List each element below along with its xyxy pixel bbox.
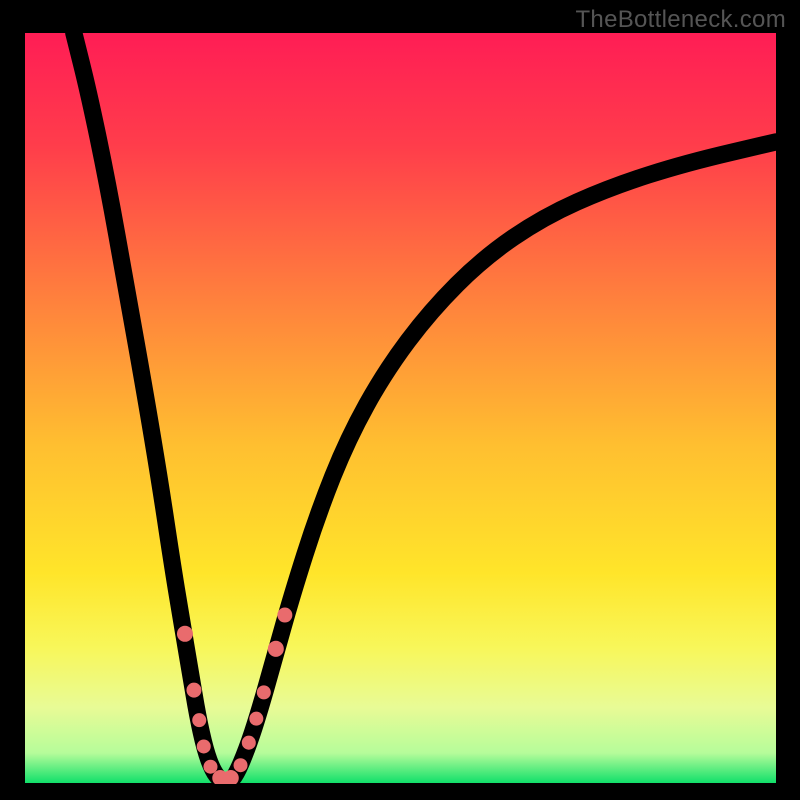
chart-frame: TheBottleneck.com [0, 0, 800, 800]
curve-right-branch [228, 142, 776, 783]
data-marker [192, 713, 206, 727]
data-marker [234, 758, 248, 772]
chart-svg [25, 33, 776, 784]
plot-area [25, 33, 776, 783]
data-marker [242, 736, 256, 750]
data-marker [268, 641, 284, 657]
data-marker [197, 739, 211, 753]
data-marker [249, 712, 263, 726]
curve-left-branch [74, 33, 228, 782]
data-marker [277, 608, 292, 623]
watermark-text: TheBottleneck.com [575, 6, 786, 34]
data-marker [186, 683, 201, 698]
data-marker [177, 626, 193, 642]
data-marker [257, 685, 271, 699]
